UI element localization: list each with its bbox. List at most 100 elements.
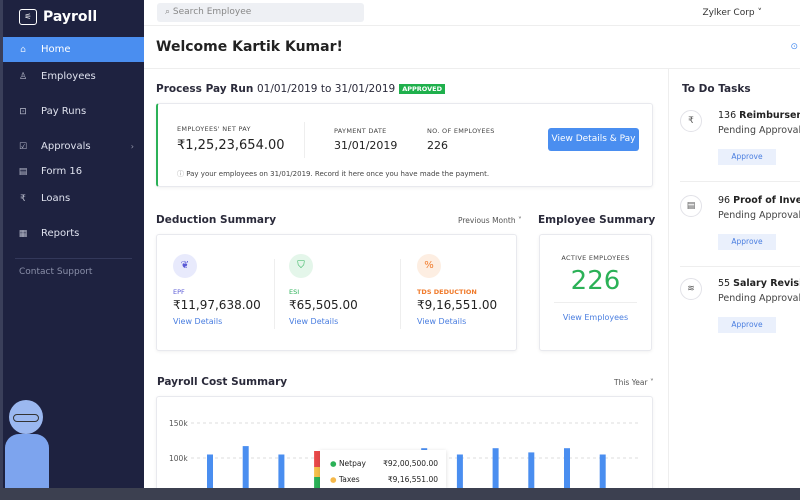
deduction-tds: % TDS DEDUCTION ₹9,16,551.00 View Detail… xyxy=(417,235,497,350)
view-details-pay-button[interactable]: View Details & Pay xyxy=(548,128,639,151)
tds-label: TDS DEDUCTION xyxy=(417,288,477,296)
task-status: Pending Approval xyxy=(718,125,800,136)
esi-label: ESI xyxy=(289,288,300,296)
top-bar: ⌕ Search Employee Zylker Corp ˅ xyxy=(144,0,800,26)
tooltip-taxes-value: ₹9,16,551.00 xyxy=(387,475,438,484)
sidebar-item-label: Loans xyxy=(41,193,71,204)
divider xyxy=(680,266,800,267)
employees-count-value: 226 xyxy=(427,139,448,152)
task-count: 55 xyxy=(718,278,731,289)
sidebar-item-loans[interactable]: ₹ Loans xyxy=(3,186,144,211)
task-status: Pending Approval xyxy=(718,293,800,304)
todo-title: To Do Tasks xyxy=(682,83,751,95)
sidebar-item-label: Form 16 xyxy=(41,166,83,177)
view-employees-link[interactable]: View Employees xyxy=(540,313,651,322)
epf-value: ₹11,97,638.00 xyxy=(173,298,261,312)
task-title: 136 Reimbursemen xyxy=(718,110,800,121)
info-icon: ⓘ xyxy=(177,170,184,178)
divider xyxy=(680,181,800,182)
org-name: Zylker Corp xyxy=(702,8,755,18)
deduction-filter-value: Previous Month xyxy=(458,216,516,225)
task-count: 136 xyxy=(718,110,737,121)
tds-value: ₹9,16,551.00 xyxy=(417,298,498,312)
divider xyxy=(304,122,305,158)
home-icon: ⌂ xyxy=(20,44,26,55)
sidebar-item-employees[interactable]: ♙ Employees xyxy=(3,64,144,89)
divider xyxy=(144,68,800,69)
payroll-logo-icon: ⚟ xyxy=(19,9,37,25)
payroll-cost-title: Payroll Cost Summary xyxy=(157,376,288,388)
payrun-note: ⓘ Pay your employees on 31/01/2019. Reco… xyxy=(177,169,489,179)
contact-support-link[interactable]: Contact Support xyxy=(3,267,144,277)
page-title: Welcome Kartik Kumar! xyxy=(156,39,343,55)
sidebar-item-label: Pay Runs xyxy=(41,106,87,117)
employee-summary-card: ACTIVE EMPLOYEES 226 View Employees xyxy=(539,234,652,351)
payrun-card: EMPLOYEES' NET PAY ₹1,25,23,654.00 PAYME… xyxy=(156,103,653,187)
employees-count-label: NO. OF EMPLOYEES xyxy=(427,127,495,135)
divider xyxy=(554,302,637,303)
search-icon: ⌕ xyxy=(165,7,171,17)
receipt-icon: ₹ xyxy=(680,110,702,132)
rupee-icon: ₹ xyxy=(20,193,26,204)
tooltip-netpay-value: ₹92,00,500.00 xyxy=(383,459,438,468)
employee-summary-title: Employee Summary xyxy=(538,214,656,226)
tooltip-label: Taxes xyxy=(338,475,360,484)
checklist-icon: ☑ xyxy=(18,141,28,152)
active-employees-count: 226 xyxy=(570,266,621,296)
esi-value: ₹65,505.00 xyxy=(289,298,358,312)
divider xyxy=(274,259,275,329)
chart-tooltip: ● Netpay ₹92,00,500.00 ● Taxes ₹9,16,551… xyxy=(320,450,446,488)
payment-date-value: 31/01/2019 xyxy=(334,139,398,152)
epf-view-details-link[interactable]: View Details xyxy=(173,317,261,326)
org-switcher[interactable]: Zylker Corp ˅ xyxy=(702,8,762,18)
epf-label: EPF xyxy=(173,288,185,296)
sidebar-item-form-16[interactable]: ▤ Form 16 xyxy=(3,159,144,184)
payrun-icon: ⊡ xyxy=(19,106,27,117)
tooltip-netpay-label: ● Netpay xyxy=(330,459,366,468)
status-badge: APPROVED xyxy=(399,84,446,94)
approve-button[interactable]: Approve xyxy=(718,317,776,333)
divider xyxy=(15,258,132,259)
sidebar-item-label: Reports xyxy=(41,228,80,239)
sidebar-item-reports[interactable]: ▦ Reports xyxy=(3,221,144,246)
bottom-bar xyxy=(0,488,800,500)
sidebar-item-home[interactable]: ⌂ Home xyxy=(3,37,144,62)
sidebar: ⚟ Payroll ⌂ Home ♙ Employees ⊡ Pay Runs ☑ App… xyxy=(0,0,144,500)
task-count: 96 xyxy=(718,195,731,206)
reports-icon: ▦ xyxy=(18,228,28,239)
sidebar-item-approvals[interactable]: ☑ Approvals › xyxy=(3,134,144,159)
coins-icon: ≋ xyxy=(680,278,702,300)
payrun-heading: Process Pay Run xyxy=(156,83,254,95)
chevron-down-icon: ˅ xyxy=(754,8,762,18)
net-pay-value: ₹1,25,23,654.00 xyxy=(177,138,285,153)
approve-button[interactable]: Approve xyxy=(718,149,776,165)
app-name: Payroll xyxy=(43,9,98,25)
payroll-period-dropdown[interactable]: This Year ˅ xyxy=(614,378,654,387)
tds-view-details-link[interactable]: View Details xyxy=(417,317,497,326)
task-name: Salary Revision xyxy=(733,278,800,289)
taxes-dot-icon: ● xyxy=(330,475,337,484)
app-logo[interactable]: ⚟ Payroll xyxy=(3,0,144,34)
play-icon[interactable]: ⊙ xyxy=(790,42,798,52)
payrun-title: Process Pay Run 01/01/2019 to 31/01/2019… xyxy=(156,83,446,95)
esi-view-details-link[interactable]: View Details xyxy=(289,317,358,326)
form-icon: ▤ xyxy=(18,166,28,177)
task-title: 96 Proof of Investr xyxy=(718,195,800,206)
approve-button[interactable]: Approve xyxy=(718,234,776,250)
payment-date-label: PAYMENT DATE xyxy=(334,127,387,135)
shield-icon: ⛉ xyxy=(289,254,313,278)
deduction-period-dropdown[interactable]: Previous Month ˅ xyxy=(458,216,522,225)
deduction-esi: ⛉ ESI ₹65,505.00 View Details xyxy=(289,235,358,350)
chevron-right-icon: › xyxy=(130,142,134,151)
percent-icon: % xyxy=(417,254,441,278)
search-placeholder: Search Employee xyxy=(172,7,252,17)
deduction-title: Deduction Summary xyxy=(156,214,277,226)
netpay-dot-icon: ● xyxy=(330,459,337,468)
search-input[interactable]: ⌕ Search Employee xyxy=(157,3,364,22)
sidebar-item-pay-runs[interactable]: ⊡ Pay Runs xyxy=(3,99,144,124)
tooltip-taxes-label: ● Taxes xyxy=(330,475,360,484)
user-icon: ♙ xyxy=(18,71,28,82)
y-tick-label: 150k xyxy=(169,419,188,428)
deduction-card: ❦ EPF ₹11,97,638.00 View Details ⛉ ESI ₹… xyxy=(156,234,517,351)
deduction-epf: ❦ EPF ₹11,97,638.00 View Details xyxy=(173,235,261,350)
